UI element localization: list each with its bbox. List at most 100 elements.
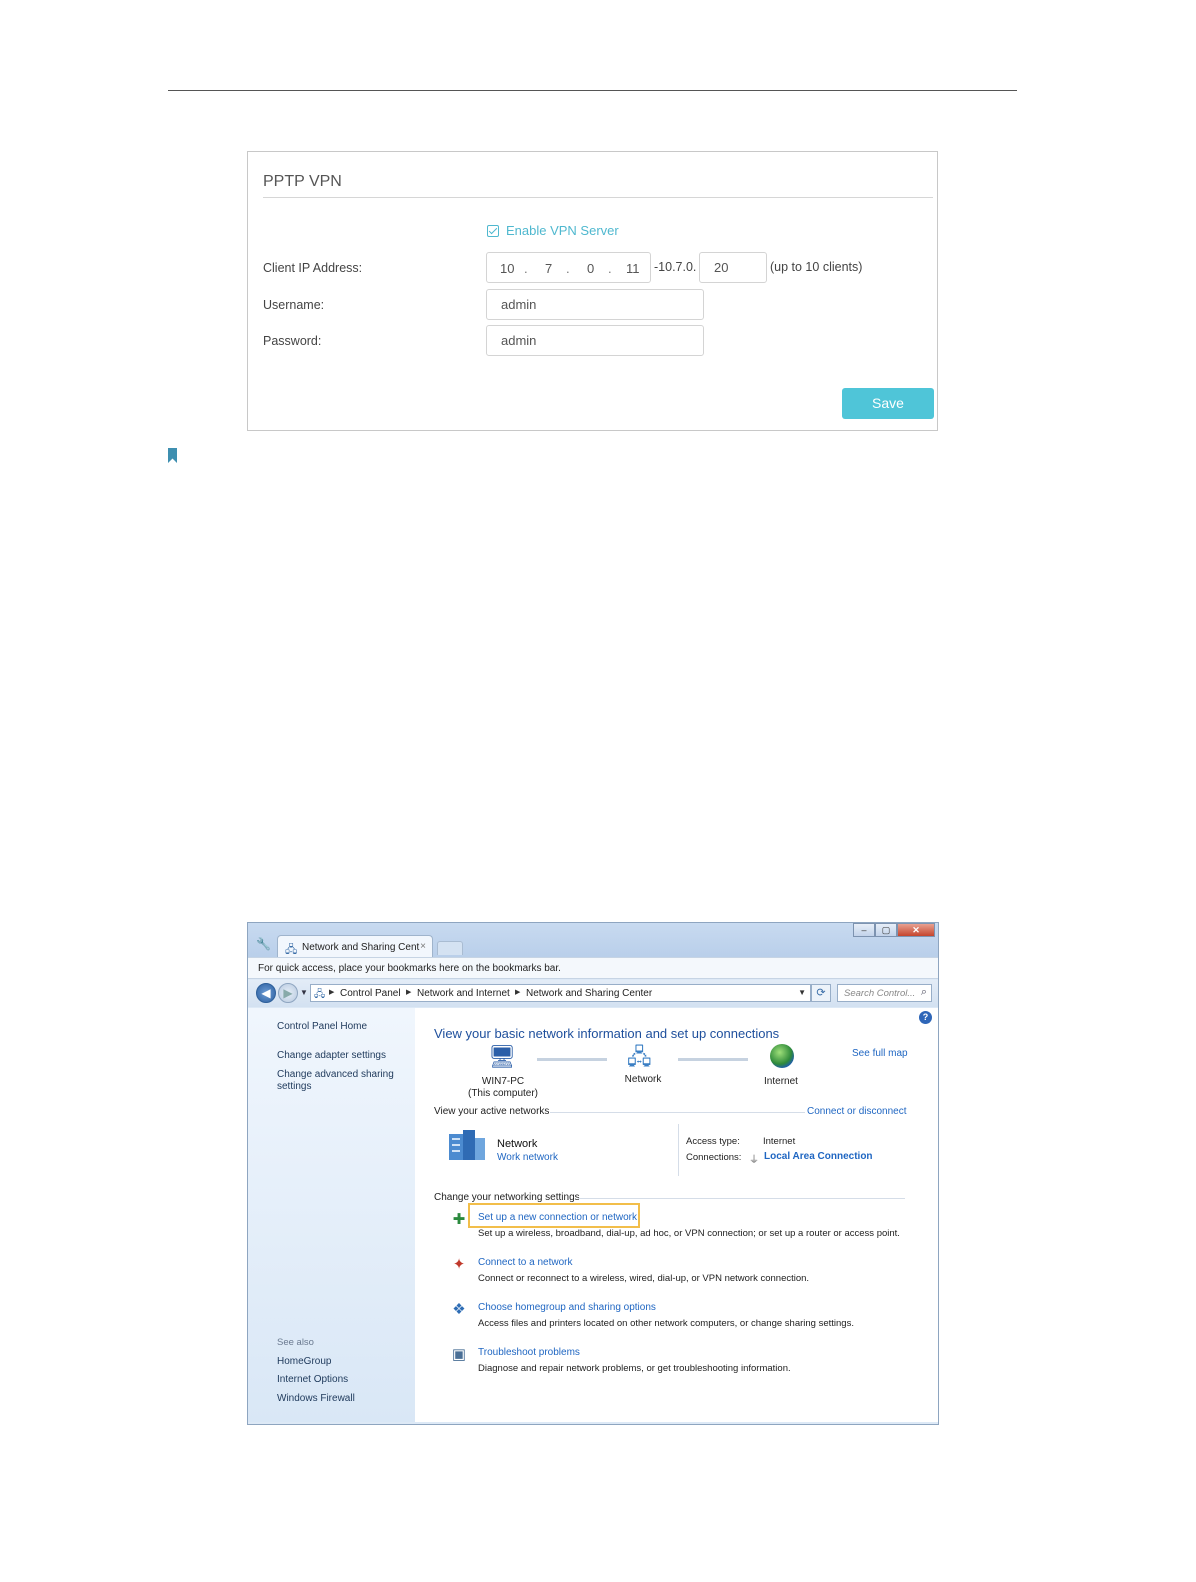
chevron-right-icon: ▶: [329, 989, 335, 996]
back-button[interactable]: ◀: [256, 983, 276, 1003]
client-ip-label: Client IP Address:: [263, 261, 363, 275]
network-icon: 🖧: [627, 1044, 652, 1069]
network-type-link[interactable]: Work network: [497, 1152, 558, 1163]
help-icon[interactable]: ?: [919, 1011, 932, 1024]
window-controls: – ▢ ✕: [853, 923, 935, 937]
close-window-button[interactable]: ✕: [897, 923, 935, 937]
network-sharing-center-window: 🔧 🖧 Network and Sharing Cent × – ▢ ✕ For…: [247, 922, 939, 1425]
password-field[interactable]: admin: [486, 325, 704, 356]
username-label: Username:: [263, 298, 325, 312]
forward-button[interactable]: ▶: [278, 983, 298, 1003]
homegroup-sharing-link[interactable]: Choose homegroup and sharing options: [478, 1302, 656, 1313]
header-rule: [168, 90, 1017, 91]
save-button[interactable]: Save: [842, 388, 934, 419]
pptp-vpn-panel: PPTP VPN Enable VPN Server Client IP Add…: [247, 151, 938, 431]
active-networks-heading: View your active networks: [434, 1106, 550, 1117]
network-separator: [678, 1124, 679, 1176]
password-label: Password:: [263, 334, 322, 348]
page-heading: View your basic network information and …: [434, 1026, 780, 1041]
active-network-name: Network: [497, 1138, 538, 1150]
bookmark-icon: [168, 448, 177, 463]
access-type-value: Internet: [763, 1136, 796, 1147]
enable-vpn-toggle[interactable]: Enable VPN Server: [487, 223, 619, 238]
chevron-down-icon[interactable]: ▼: [798, 988, 806, 997]
username-field[interactable]: admin: [486, 289, 704, 320]
address-bar[interactable]: 🖧 ▶ Control Panel ▶ Network and Internet…: [310, 984, 811, 1002]
client-ip-start-field[interactable]: 10 . 7 . 0 . 11: [486, 252, 651, 283]
map-pc-sub: (This computer): [467, 1088, 538, 1099]
plug-icon: ⏚: [749, 1155, 759, 1166]
client-ip-end-field[interactable]: 20: [699, 252, 767, 283]
ip-octet-4[interactable]: 11: [626, 261, 640, 276]
chevron-right-icon: ▶: [515, 989, 521, 996]
windows-firewall-link[interactable]: Windows Firewall: [277, 1393, 407, 1405]
connect-network-desc: Connect or reconnect to a wireless, wire…: [478, 1273, 810, 1284]
ip-octet-3[interactable]: 0: [587, 261, 594, 276]
panel-divider: [263, 197, 933, 198]
local-area-connection-link[interactable]: Local Area Connection: [764, 1151, 873, 1162]
connections-label: Connections:: [686, 1152, 742, 1163]
chevron-right-icon: ▶: [406, 989, 412, 996]
panel-title: PPTP VPN: [263, 173, 342, 190]
internet-options-link[interactable]: Internet Options: [277, 1374, 407, 1386]
enable-vpn-checkbox[interactable]: [487, 224, 499, 237]
maximize-button[interactable]: ▢: [875, 923, 897, 937]
connect-disconnect-link[interactable]: Connect or disconnect: [807, 1106, 907, 1117]
ip-dot: .: [524, 261, 528, 276]
computer-icon: 🖥: [488, 1044, 516, 1069]
network-building-icon[interactable]: [447, 1128, 487, 1160]
map-connector: [678, 1058, 748, 1061]
refresh-button[interactable]: ⟳: [811, 984, 831, 1002]
search-placeholder: Search Control...: [844, 988, 916, 999]
map-internet-label[interactable]: Internet: [751, 1076, 811, 1087]
change-adapter-settings-link[interactable]: Change adapter settings: [277, 1050, 407, 1062]
breadcrumb-network-internet[interactable]: Network and Internet: [417, 988, 510, 999]
homegroup-icon[interactable]: ❖: [450, 1301, 468, 1319]
change-settings-heading: Change your networking settings: [434, 1192, 580, 1203]
setup-new-connection-desc: Set up a wireless, broadband, dial-up, a…: [478, 1228, 900, 1239]
setup-new-connection-link[interactable]: Set up a new connection or network: [478, 1212, 637, 1223]
tab-network-sharing-center[interactable]: 🖧 Network and Sharing Cent ×: [277, 935, 433, 957]
ip-range-prefix: -10.7.0.: [654, 260, 697, 274]
map-connector: [537, 1058, 607, 1061]
search-input[interactable]: Search Control... ⌕: [837, 984, 932, 1002]
ip-dot: .: [608, 261, 612, 276]
map-pc-name: WIN7-PC: [481, 1076, 525, 1087]
new-connection-icon[interactable]: ✚: [450, 1211, 468, 1229]
left-task-pane: Control Panel Home Change adapter settin…: [248, 1008, 415, 1422]
breadcrumb-control-panel[interactable]: Control Panel: [340, 988, 401, 999]
homegroup-sharing-desc: Access files and printers located on oth…: [478, 1318, 854, 1329]
new-tab-button[interactable]: [437, 941, 463, 955]
wrench-icon[interactable]: 🔧: [256, 937, 271, 951]
chevron-down-icon[interactable]: ▼: [300, 988, 308, 997]
globe-icon: [770, 1044, 794, 1068]
minimize-button[interactable]: –: [853, 923, 875, 937]
main-content-pane: ? View your basic network information an…: [415, 1008, 938, 1422]
homegroup-link[interactable]: HomeGroup: [277, 1356, 407, 1368]
section-divider: [550, 1112, 805, 1113]
close-icon[interactable]: ×: [420, 941, 426, 952]
bookmarks-bar: For quick access, place your bookmarks h…: [248, 957, 938, 979]
ip-dot: .: [566, 261, 570, 276]
connect-network-icon[interactable]: ✦: [450, 1256, 468, 1274]
section-divider: [578, 1198, 905, 1199]
troubleshoot-icon[interactable]: ▣: [450, 1346, 468, 1364]
clients-note: (up to 10 clients): [770, 260, 863, 274]
control-panel-home-link[interactable]: Control Panel Home: [277, 1021, 407, 1033]
troubleshoot-link[interactable]: Troubleshoot problems: [478, 1347, 580, 1358]
control-panel-icon: 🖧: [314, 989, 326, 1000]
troubleshoot-desc: Diagnose and repair network problems, or…: [478, 1363, 791, 1374]
see-also-heading: See also: [277, 1337, 314, 1348]
ip-octet-1[interactable]: 10: [500, 261, 514, 276]
map-network-label[interactable]: Network: [613, 1074, 673, 1085]
network-icon: 🖧: [285, 944, 298, 956]
see-full-map-link[interactable]: See full map: [852, 1048, 908, 1059]
tab-title: Network and Sharing Cent: [302, 942, 420, 953]
change-advanced-sharing-link[interactable]: Change advanced sharing settings: [277, 1069, 407, 1093]
address-row: ◀ ▶ ▼ 🖧 ▶ Control Panel ▶ Network and In…: [248, 980, 938, 1007]
breadcrumb-network-sharing-center[interactable]: Network and Sharing Center: [526, 988, 652, 999]
search-icon[interactable]: ⌕: [921, 986, 927, 999]
ip-octet-2[interactable]: 7: [545, 261, 552, 276]
browser-titlebar: 🔧 🖧 Network and Sharing Cent × – ▢ ✕: [248, 923, 938, 957]
connect-network-link[interactable]: Connect to a network: [478, 1257, 573, 1268]
